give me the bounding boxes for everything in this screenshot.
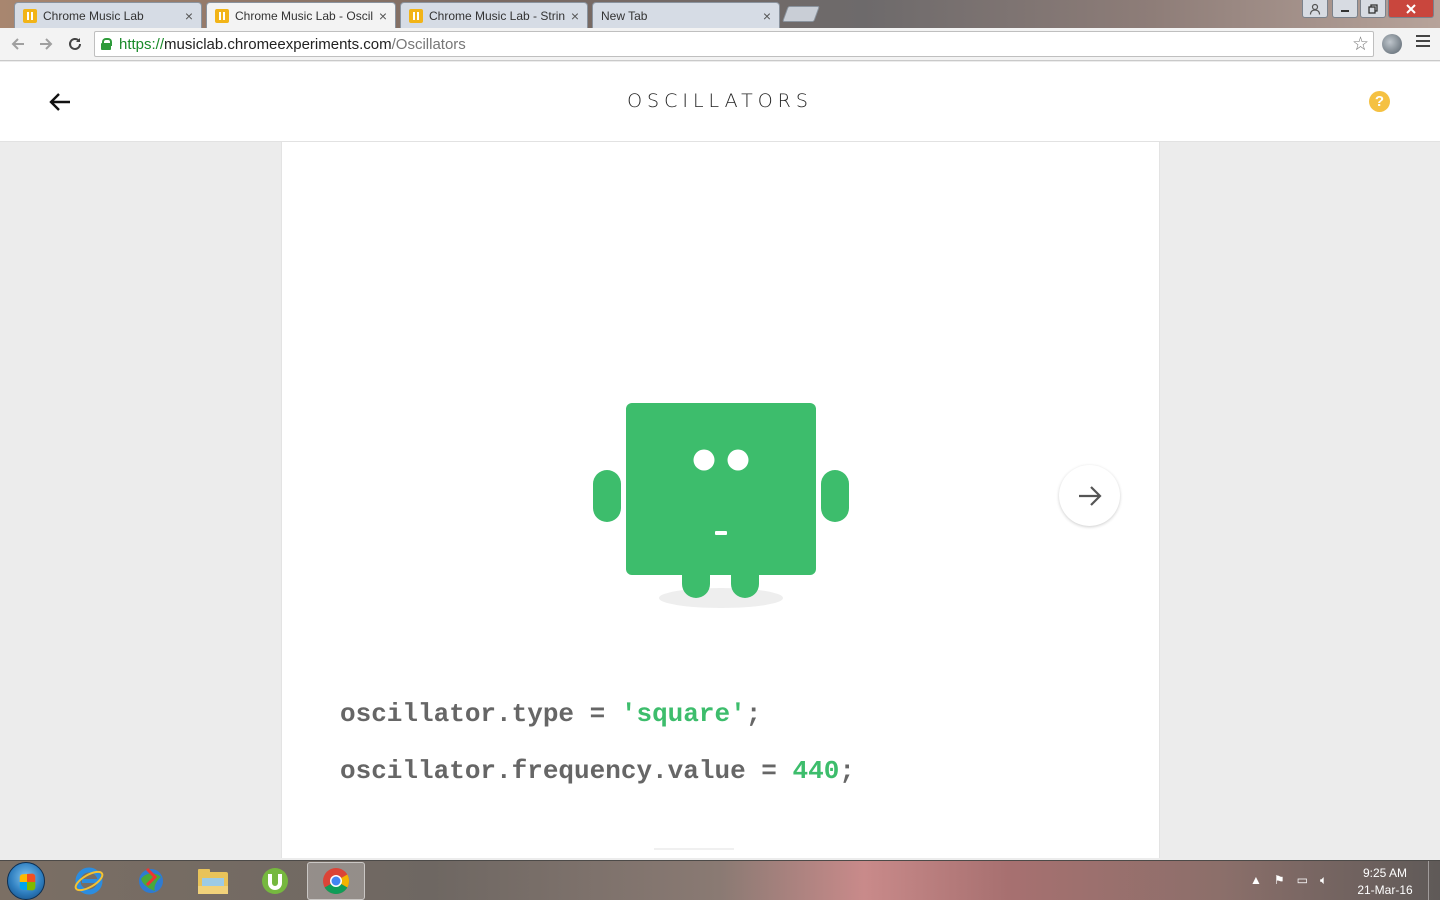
bookmark-star-icon[interactable]: ☆	[1352, 33, 1369, 56]
chrome-icon[interactable]	[307, 862, 365, 900]
back-arrow-icon	[11, 38, 24, 50]
clock-time: 9:25 AM	[1362, 866, 1408, 880]
next-button[interactable]	[1059, 465, 1120, 526]
url-host: musiclab.chromeexperiments.com	[164, 35, 392, 53]
page-header: OSCILLATORS ?	[0, 62, 1440, 142]
close-icon[interactable]: ×	[571, 8, 579, 24]
tab-title: Chrome Music Lab - Strin	[429, 8, 565, 23]
content-panel: oscillator.type = 'square'; oscillator.f…	[281, 142, 1160, 858]
tab-title: Chrome Music Lab	[43, 8, 144, 23]
minimize-button[interactable]	[1332, 0, 1358, 18]
page-title: OSCILLATORS	[627, 90, 813, 112]
chrome-menu-icon[interactable]	[1416, 34, 1430, 48]
internet-explorer-icon[interactable]	[60, 862, 118, 900]
browser-tab-strip: Chrome Music Lab × Chrome Music Lab - Os…	[0, 0, 1440, 28]
tab-strings[interactable]: Chrome Music Lab - Strin ×	[400, 2, 588, 28]
close-window-button[interactable]	[1388, 0, 1434, 18]
windows-taskbar: ▲ ⚑ ▭ 🔈︎ 9:25 AM 21-Mar-16	[0, 860, 1440, 900]
user-profile-icon[interactable]	[1302, 0, 1328, 18]
music-lab-favicon-icon	[23, 8, 37, 23]
file-explorer-icon[interactable]	[184, 862, 242, 900]
code-type-suffix: ;	[745, 699, 762, 729]
square-wave-character[interactable]	[588, 400, 852, 615]
forward-button[interactable]	[34, 32, 58, 56]
volume-icon[interactable]: 🔈︎	[1320, 873, 1327, 888]
show-hidden-icons-icon[interactable]: ▲	[1250, 873, 1262, 888]
new-tab-button[interactable]	[782, 6, 820, 22]
reload-button[interactable]	[63, 32, 87, 56]
utorrent-icon[interactable]	[246, 862, 304, 900]
back-button[interactable]	[6, 32, 30, 56]
tab-oscillators[interactable]: Chrome Music Lab - Oscil ×	[206, 2, 396, 28]
browser-toolbar: https://musiclab.chromeexperiments.com/O…	[0, 28, 1440, 61]
network-icon[interactable]: ▭	[1297, 873, 1308, 888]
tab-new-tab[interactable]: New Tab ×	[592, 2, 780, 28]
system-tray: ▲ ⚑ ▭ 🔈︎	[1250, 873, 1327, 888]
close-icon[interactable]: ×	[185, 8, 193, 24]
code-line-type: oscillator.type = 'square';	[340, 699, 761, 729]
restore-button[interactable]	[1360, 0, 1386, 18]
downloader-icon[interactable]	[122, 862, 180, 900]
close-icon[interactable]: ×	[763, 8, 771, 24]
code-line-frequency: oscillator.frequency.value = 440;	[340, 756, 855, 786]
action-center-flag-icon[interactable]: ⚑	[1274, 873, 1285, 888]
url-path: /Oscillators	[391, 35, 466, 53]
address-bar[interactable]: https://musiclab.chromeexperiments.com/O…	[94, 31, 1374, 57]
code-type-value[interactable]: 'square'	[621, 699, 746, 729]
code-type-prefix: oscillator.type =	[340, 699, 621, 729]
music-lab-favicon-icon	[409, 8, 423, 23]
forward-arrow-icon	[40, 38, 53, 50]
reload-icon	[69, 37, 81, 50]
lock-icon	[101, 38, 112, 50]
arrow-right-icon	[1078, 485, 1102, 506]
code-frequency-prefix: oscillator.frequency.value =	[340, 756, 793, 786]
divider	[654, 848, 734, 850]
tab-title: New Tab	[601, 8, 648, 23]
tab-title: Chrome Music Lab - Oscil	[235, 9, 373, 23]
show-desktop-button[interactable]	[1428, 861, 1440, 900]
url-scheme: https://	[119, 35, 165, 53]
extension-globe-icon[interactable]	[1382, 34, 1402, 54]
code-frequency-suffix: ;	[839, 756, 855, 786]
clock-date: 21-Mar-16	[1357, 883, 1413, 897]
start-button[interactable]	[7, 862, 45, 900]
code-frequency-value[interactable]: 440	[792, 756, 839, 786]
music-lab-favicon-icon	[215, 9, 229, 23]
system-clock[interactable]: 9:25 AM 21-Mar-16	[1352, 865, 1418, 899]
tab-chrome-music-lab[interactable]: Chrome Music Lab ×	[14, 2, 202, 28]
close-icon[interactable]: ×	[379, 8, 387, 24]
help-icon[interactable]: ?	[1369, 91, 1390, 112]
